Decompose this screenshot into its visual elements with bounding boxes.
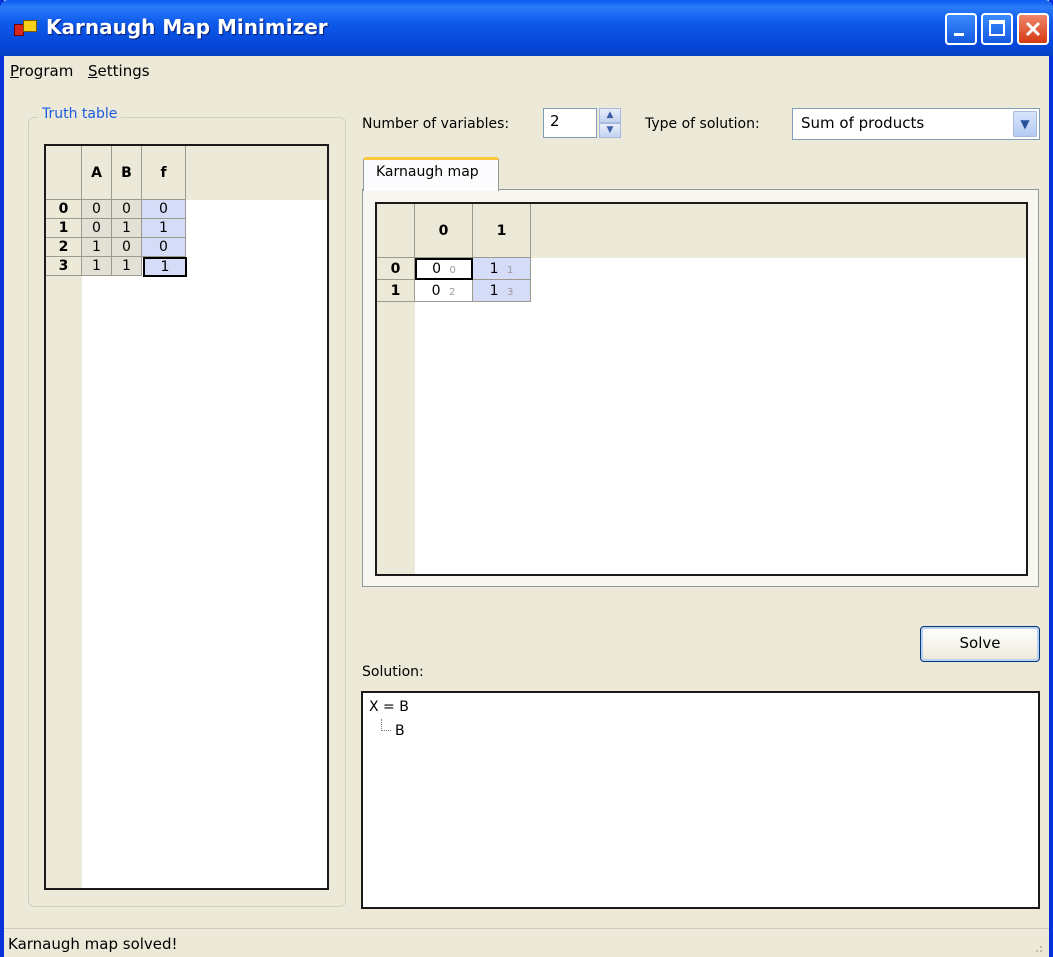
cell-a[interactable]: 0 xyxy=(82,219,112,238)
status-text: Karnaugh map solved! xyxy=(8,935,178,953)
cell-b[interactable]: 0 xyxy=(112,238,142,257)
corner-header xyxy=(46,146,82,200)
cell-f-selected[interactable]: 1 xyxy=(143,257,187,277)
column-header-a[interactable]: A xyxy=(82,146,112,200)
spin-down-icon[interactable]: ▼ xyxy=(599,123,621,138)
kmap-cell-index: 3 xyxy=(507,287,514,298)
cell-f[interactable]: 1 xyxy=(142,219,186,238)
cell-a[interactable]: 1 xyxy=(82,238,112,257)
maximize-button[interactable] xyxy=(981,13,1013,45)
window-title: Karnaugh Map Minimizer xyxy=(46,15,328,39)
kmap-column-header[interactable]: 0 xyxy=(415,204,473,258)
kmap-cell-value: 0 xyxy=(431,283,441,299)
app-icon xyxy=(14,18,38,38)
chevron-down-icon[interactable]: ▼ xyxy=(1013,111,1037,137)
tree-connector xyxy=(381,719,391,731)
cell-f[interactable]: 0 xyxy=(142,238,186,257)
kmap-row-header[interactable]: 1 xyxy=(377,280,415,302)
kmap-cell-index: 2 xyxy=(449,287,456,298)
solution-root[interactable]: X = B xyxy=(369,699,1032,715)
kmap-cell[interactable]: 0 2 xyxy=(415,280,473,302)
kmap-cell-value: 1 xyxy=(489,283,499,299)
truth-table-grid[interactable]: A B f 0 0 0 0 1 0 1 1 2 1 0 0 3 1 1 1 xyxy=(44,144,329,890)
tab-karnaugh-map[interactable]: Karnaugh map xyxy=(363,157,499,191)
menu-settings[interactable]: Settings xyxy=(88,62,150,80)
solution-child[interactable]: B xyxy=(395,723,405,739)
solution-type-label: Type of solution: xyxy=(645,116,760,132)
kmap-cell-index: 1 xyxy=(507,265,514,276)
maximize-icon xyxy=(989,20,1005,36)
minimize-button[interactable] xyxy=(945,13,977,45)
menu-bar: Program Settings xyxy=(4,56,1049,86)
kmap-cell[interactable]: 1 1 xyxy=(473,258,531,280)
solution-tree[interactable]: X = B B xyxy=(361,691,1040,909)
kmap-cell-selected[interactable]: 0 0 xyxy=(415,258,473,280)
row-header[interactable]: 1 xyxy=(46,219,82,238)
kmap-cell[interactable]: 1 3 xyxy=(473,280,531,302)
kmap-column-header[interactable]: 1 xyxy=(473,204,531,258)
num-vars-label: Number of variables: xyxy=(362,116,510,132)
row-header[interactable]: 3 xyxy=(46,257,82,276)
corner-header xyxy=(377,204,415,258)
solution-label: Solution: xyxy=(362,664,424,680)
minimize-icon xyxy=(954,33,964,36)
cell-a[interactable]: 1 xyxy=(82,257,112,276)
cell-b[interactable]: 0 xyxy=(112,200,142,219)
close-icon xyxy=(1025,21,1041,37)
cell-b[interactable]: 1 xyxy=(112,257,142,276)
num-vars-spinner[interactable]: ▲ ▼ xyxy=(599,108,621,138)
row-header[interactable]: 0 xyxy=(46,200,82,219)
column-header-b[interactable]: B xyxy=(112,146,142,200)
cell-a[interactable]: 0 xyxy=(82,200,112,219)
menu-program[interactable]: Program xyxy=(10,62,73,80)
karnaugh-map-grid[interactable]: 0 1 0 0 0 1 1 1 0 2 1 3 xyxy=(375,202,1028,576)
kmap-row-header[interactable]: 0 xyxy=(377,258,415,280)
num-vars-input[interactable]: 2 xyxy=(543,108,597,138)
resize-grip-icon[interactable] xyxy=(1031,941,1043,953)
truth-table-legend: Truth table xyxy=(38,106,122,122)
solution-type-select[interactable]: Sum of products ▼ xyxy=(792,108,1040,140)
cell-b[interactable]: 1 xyxy=(112,219,142,238)
status-bar: Karnaugh map solved! xyxy=(4,928,1049,957)
kmap-cell-value: 0 xyxy=(432,261,442,277)
kmap-cell-index: 0 xyxy=(449,265,456,276)
spin-up-icon[interactable]: ▲ xyxy=(599,108,621,123)
solution-type-value: Sum of products xyxy=(801,114,925,132)
column-header-f[interactable]: f xyxy=(142,146,186,200)
title-bar[interactable]: Karnaugh Map Minimizer xyxy=(0,0,1053,56)
close-button[interactable] xyxy=(1017,13,1049,45)
cell-f[interactable]: 0 xyxy=(142,200,186,219)
kmap-cell-value: 1 xyxy=(489,261,499,277)
row-header[interactable]: 2 xyxy=(46,238,82,257)
solve-button[interactable]: Solve xyxy=(920,626,1040,662)
